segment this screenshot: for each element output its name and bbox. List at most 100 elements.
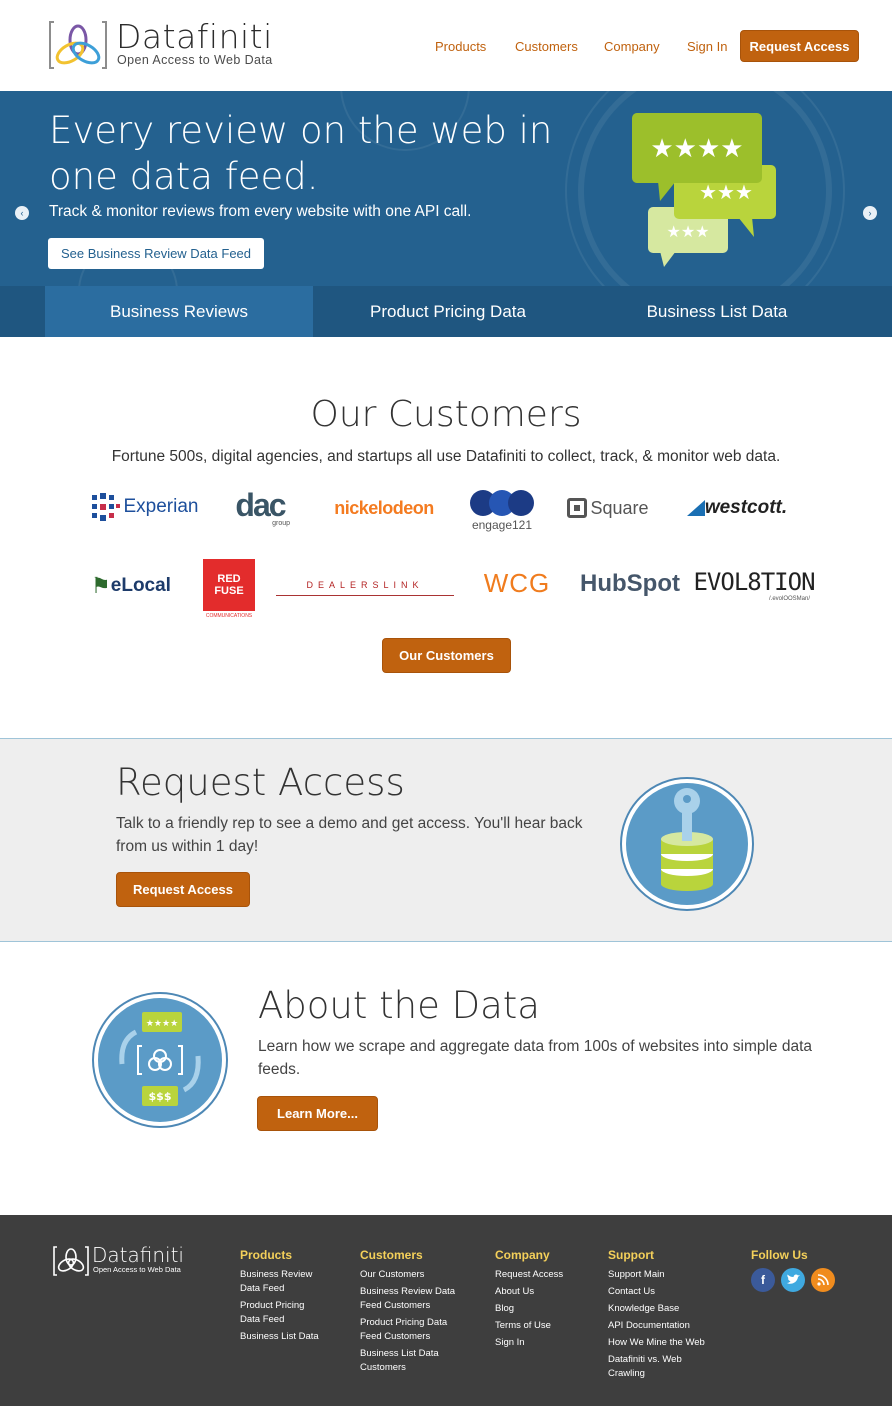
footer-logo-icon [53,1246,89,1276]
nav-products[interactable]: Products [435,39,486,54]
dealerslink-logo: DEALERSLINK [276,574,454,596]
database-key-icon [620,777,754,911]
footer-link-sign-in[interactable]: Sign In [495,1336,525,1350]
hubspot-logo: HubSpot [578,566,682,602]
see-business-review-feed-button[interactable]: See Business Review Data Feed [48,238,264,269]
data-aggregation-icon: ★★★★ $$$ [92,992,228,1128]
svg-text:★★★: ★★★ [666,222,709,241]
footer-heading-customers: Customers [360,1248,423,1262]
rss-icon[interactable] [811,1268,835,1292]
site-header: Datafiniti Open Access to Web Data Produ… [0,0,892,91]
logo-tagline: Open Access to Web Data [117,53,273,67]
hubspot-logo-text: HubSpot [580,570,680,597]
logo-link[interactable]: Datafiniti Open Access to Web Data [0,0,300,80]
logo-wordmark: Datafiniti [116,17,273,56]
dealerslink-logo-text: DEALERSLINK [306,579,424,590]
footer-logo-link[interactable]: Datafiniti Open Access to Web Data [52,1243,212,1279]
review-bubbles-icon: ★★★ ★★★ ★★★★ [632,113,776,267]
tab-business-list-data[interactable]: Business List Data [583,286,851,337]
footer-link-product-pricing-data-feed[interactable]: Product Pricing Data Feed [240,1299,320,1326]
dac-logo: dac group [224,488,296,528]
request-access-title: Request Access [116,761,405,804]
elocal-logo-text: eLocal [110,575,171,596]
nav-sign-in[interactable]: Sign In [687,39,727,54]
redfuse-logo: RED FUSE COMMUNICATIONS [200,556,258,622]
footer-logo-tagline: Open Access to Web Data [93,1265,181,1274]
engage121-logo-text: engage121 [471,518,533,532]
footer-link-blog[interactable]: Blog [495,1302,514,1316]
footer-link-about-us[interactable]: About Us [495,1285,534,1299]
footer-heading-follow-us: Follow Us [751,1248,808,1262]
nickelodeon-logo: nickelodeon [322,495,446,521]
footer-link-business-list-data[interactable]: Business List Data [240,1330,340,1344]
badge-stars-text: ★★★★ [146,1019,178,1029]
redfuse-logo-sub: COMMUNICATIONS [205,613,253,619]
evol8tion-logo: EVOL8TION /.evolOOSMan/ [693,564,815,606]
rss-feed-icon [817,1274,829,1286]
elocal-logo: ⚑ eLocal [84,568,178,604]
footer-link-our-customers[interactable]: Our Customers [360,1268,470,1282]
tab-business-reviews[interactable]: Business Reviews [45,286,313,337]
dac-logo-text: dac [235,486,286,523]
nav-company[interactable]: Company [604,39,660,54]
footer-link-list-data-customers[interactable]: Business List Data Customers [360,1347,450,1374]
hero-tab-bar: Business Reviews Product Pricing Data Bu… [0,286,892,337]
experian-logo-text: Experian [123,496,199,517]
twitter-icon[interactable] [781,1268,805,1292]
elocal-mark-icon: ⚑ [91,573,111,598]
footer-link-terms-of-use[interactable]: Terms of Use [495,1319,551,1333]
header-request-access-button[interactable]: Request Access [740,30,859,62]
footer-link-review-feed-customers[interactable]: Business Review Data Feed Customers [360,1285,465,1312]
footer-heading-company: Company [495,1248,550,1262]
footer-link-knowledge-base[interactable]: Knowledge Base [608,1302,679,1316]
about-data-text: Learn how we scrape and aggregate data f… [258,1038,813,1078]
carousel-next-arrow-icon[interactable]: › [863,206,877,220]
hero-subtitle: Track & monitor reviews from every websi… [49,203,472,220]
footer-link-contact-us[interactable]: Contact Us [608,1285,655,1299]
footer-link-datafiniti-vs-web-crawling[interactable]: Datafiniti vs. Web Crawling [608,1353,708,1380]
site-footer: Datafiniti Open Access to Web Data Produ… [0,1215,892,1406]
experian-dots-icon [91,493,120,521]
wcg-logo: WCG [474,566,560,600]
badge-money-text: $$$ [149,1090,172,1103]
westcott-mark-icon [686,500,705,516]
square-mark-icon [567,498,588,518]
our-customers-button[interactable]: Our Customers [382,638,511,673]
footer-heading-products: Products [240,1248,293,1262]
westcott-logo: westcott. [674,495,800,521]
twitter-bird-icon [787,1274,800,1284]
nickelodeon-logo-text: nickelodeon [334,497,434,518]
evol8tion-logo-text: EVOL8TION [693,568,815,596]
footer-logo-wordmark: Datafiniti [92,1243,184,1267]
learn-more-button[interactable]: Learn More... [257,1096,378,1131]
engage121-mark-icon [470,490,534,516]
hero-carousel: Every review on the web in one data feed… [0,91,892,337]
footer-link-how-we-mine-the-web[interactable]: How We Mine the Web [608,1336,705,1350]
footer-link-request-access[interactable]: Request Access [495,1268,563,1282]
carousel-prev-arrow-icon[interactable]: ‹ [15,206,29,220]
redfuse-logo-text: RED FUSE [203,559,255,611]
footer-link-pricing-feed-customers[interactable]: Product Pricing Data Feed Customers [360,1316,460,1343]
hero-title: Every review on the web in one data feed… [49,109,553,198]
datafiniti-logo-icon [49,21,107,69]
footer-link-support-main[interactable]: Support Main [608,1268,665,1282]
wcg-logo-text: WCG [483,567,551,598]
facebook-icon[interactable]: f [751,1268,775,1292]
about-data-title: About the Data [258,984,540,1027]
request-access-section: Request Access Talk to a friendly rep to… [0,738,892,942]
square-logo-text: Square [590,497,649,518]
svg-text:★★★: ★★★ [699,180,753,204]
footer-link-business-review-data-feed[interactable]: Business Review Data Feed [240,1268,330,1295]
square-logo: Square [562,494,654,522]
tab-product-pricing-data[interactable]: Product Pricing Data [313,286,583,337]
footer-link-api-documentation[interactable]: API Documentation [608,1319,690,1333]
svg-text:★★★★: ★★★★ [650,134,743,164]
nav-customers[interactable]: Customers [515,39,578,54]
request-access-button[interactable]: Request Access [116,872,250,907]
experian-logo: Experian [84,490,204,524]
evol8tion-logo-sub: /.evolOOSMan/ [768,596,810,602]
dac-logo-sub: group [272,519,290,527]
engage121-logo: engage121 [466,486,538,534]
customers-subtitle: Fortune 500s, digital agencies, and star… [111,448,781,465]
customers-title: Our Customers [310,394,582,435]
